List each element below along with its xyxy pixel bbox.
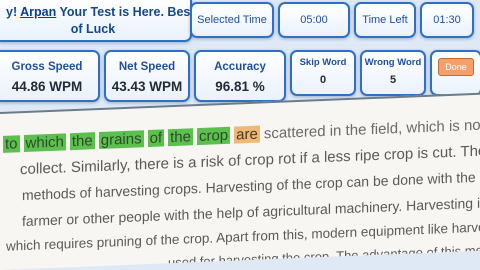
typed-word: grains <box>98 130 144 150</box>
net-speed-box: Net Speed 43.43 WPM <box>104 50 190 102</box>
wrong-word-value: 5 <box>389 74 397 86</box>
passage-text: scattered in the field, which is not pos… <box>263 113 480 143</box>
time-left-label: Time Left <box>354 2 416 38</box>
greeting-text: Your Test is Here. Best <box>59 5 192 19</box>
typed-word: the <box>168 128 193 147</box>
selected-time-label: Selected Time <box>190 2 274 38</box>
greeting-banner: y! Arpan Your Test is Here. Best of Luck <box>0 0 192 42</box>
typed-word: crop <box>196 126 231 146</box>
time-left-value: 01:30 <box>420 2 474 38</box>
gross-speed-label: Gross Speed <box>11 61 83 73</box>
accuracy-value: 96.81 % <box>215 79 265 94</box>
current-word: are <box>234 125 260 144</box>
passage-line-6: used for harvesting the crop. The advant… <box>168 241 480 270</box>
done-button[interactable]: Done <box>438 58 474 76</box>
skip-word-label: Skip Word <box>299 57 347 68</box>
typed-word: of <box>147 129 165 148</box>
selected-time-value: 05:00 Minutes <box>278 2 350 38</box>
wrong-word-label: Wrong Word <box>364 57 422 68</box>
accuracy-box: Accuracy 96.81 % <box>194 50 286 102</box>
accuracy-label: Accuracy <box>214 61 266 73</box>
skip-word-box: Skip Word 0 <box>290 50 356 96</box>
wrong-word-box: Wrong Word 5 <box>360 50 426 96</box>
net-speed-value: 43.43 WPM <box>111 79 183 94</box>
greeting-line2: of Luck <box>70 22 116 36</box>
gross-speed-value: 44.86 WPM <box>11 79 83 94</box>
net-speed-label: Net Speed <box>118 61 176 73</box>
typed-word: to <box>3 135 20 153</box>
typing-passage: to which the grains of the crop are scattered in… <box>0 92 480 270</box>
typed-word: the <box>69 132 95 151</box>
skip-word-value: 0 <box>319 74 327 86</box>
gross-speed-box: Gross Speed 44.86 WPM <box>0 50 100 102</box>
typed-word: which <box>23 133 66 153</box>
user-name-link[interactable]: Arpan <box>20 5 56 19</box>
greeting-prefix: y! <box>6 5 18 19</box>
